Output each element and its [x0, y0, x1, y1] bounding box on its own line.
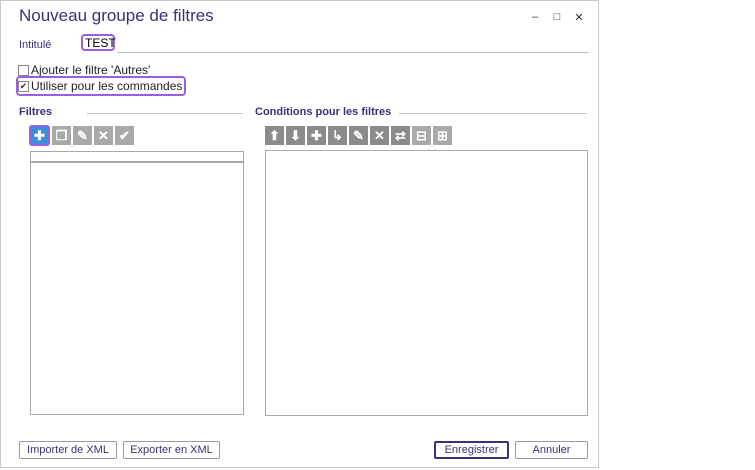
intitule-input[interactable]: TEST: [81, 34, 116, 51]
intitule-underline: [117, 52, 588, 53]
cancel-button[interactable]: Annuler: [515, 441, 588, 459]
condition-edit-button[interactable]: ✎: [349, 126, 368, 145]
checkbox-commandes-label: Utiliser pour les commandes: [31, 79, 183, 93]
cross-icon: ✕: [374, 127, 385, 143]
filtre-add-button[interactable]: ✚: [29, 125, 50, 146]
filtre-copy-button[interactable]: ❐: [52, 126, 71, 145]
save-button[interactable]: Enregistrer: [434, 441, 509, 459]
indent-arrow-icon: ↳: [332, 127, 343, 143]
expand-icon: ⊞: [437, 127, 448, 143]
minimize-button[interactable]: –: [524, 8, 546, 26]
condition-move-up-button[interactable]: ⬆: [265, 126, 284, 145]
window-controls: – □ ✕: [524, 8, 590, 26]
filter-group-dialog: Nouveau groupe de filtres – □ ✕ Intitulé…: [0, 0, 599, 468]
filtres-toolbar: ✚ ❐ ✎ ✕ ✔: [29, 125, 134, 146]
checkbox-autres-label: Ajouter le filtre 'Autres': [31, 63, 151, 77]
check-icon: ✔: [119, 127, 130, 143]
plus-icon: ✚: [311, 127, 322, 143]
condition-indent-button[interactable]: ↳: [328, 126, 347, 145]
checkbox-commandes[interactable]: ✔: [18, 80, 29, 92]
condition-move-down-button[interactable]: ⬇: [286, 126, 305, 145]
condition-expand-button[interactable]: ⊞: [433, 126, 452, 145]
conditions-section-divider: [399, 113, 587, 114]
conditions-toolbar: ⬆ ⬇ ✚ ↳ ✎ ✕ ⇄ ⊟ ⊞: [265, 126, 452, 145]
copy-icon: ❐: [55, 127, 68, 143]
condition-add-button[interactable]: ✚: [307, 126, 326, 145]
collapse-icon: ⊟: [416, 127, 427, 143]
filtres-section-divider: [87, 113, 243, 114]
conditions-panel[interactable]: [265, 150, 588, 416]
condition-swap-button[interactable]: ⇄: [391, 126, 410, 145]
import-xml-button[interactable]: Importer de XML: [19, 441, 117, 459]
filtres-list[interactable]: [30, 162, 244, 415]
filtre-edit-button[interactable]: ✎: [73, 126, 92, 145]
arrow-down-icon: ⬇: [290, 127, 301, 143]
pencil-icon: ✎: [77, 127, 88, 143]
plus-icon: ✚: [34, 127, 45, 143]
condition-collapse-button[interactable]: ⊟: [412, 126, 431, 145]
checkbox-autres-row[interactable]: Ajouter le filtre 'Autres': [18, 63, 150, 77]
filtres-section-title: Filtres: [19, 106, 53, 118]
dialog-title: Nouveau groupe de filtres: [19, 6, 214, 25]
swap-icon: ⇄: [395, 127, 406, 143]
intitule-label: Intitulé: [19, 39, 52, 51]
cross-icon: ✕: [98, 127, 109, 143]
checkbox-autres[interactable]: [18, 64, 29, 76]
maximize-button[interactable]: □: [546, 8, 568, 26]
export-xml-button[interactable]: Exporter en XML: [123, 441, 220, 459]
condition-delete-button[interactable]: ✕: [370, 126, 389, 145]
close-button[interactable]: ✕: [568, 8, 590, 26]
filtre-validate-button[interactable]: ✔: [115, 126, 134, 145]
filtres-list-header[interactable]: [30, 151, 244, 162]
conditions-section-title: Conditions pour les filtres: [255, 106, 392, 118]
filtre-delete-button[interactable]: ✕: [94, 126, 113, 145]
pencil-icon: ✎: [353, 127, 364, 143]
checkbox-commandes-row[interactable]: ✔ Utiliser pour les commandes: [16, 76, 187, 96]
arrow-up-icon: ⬆: [269, 127, 280, 143]
